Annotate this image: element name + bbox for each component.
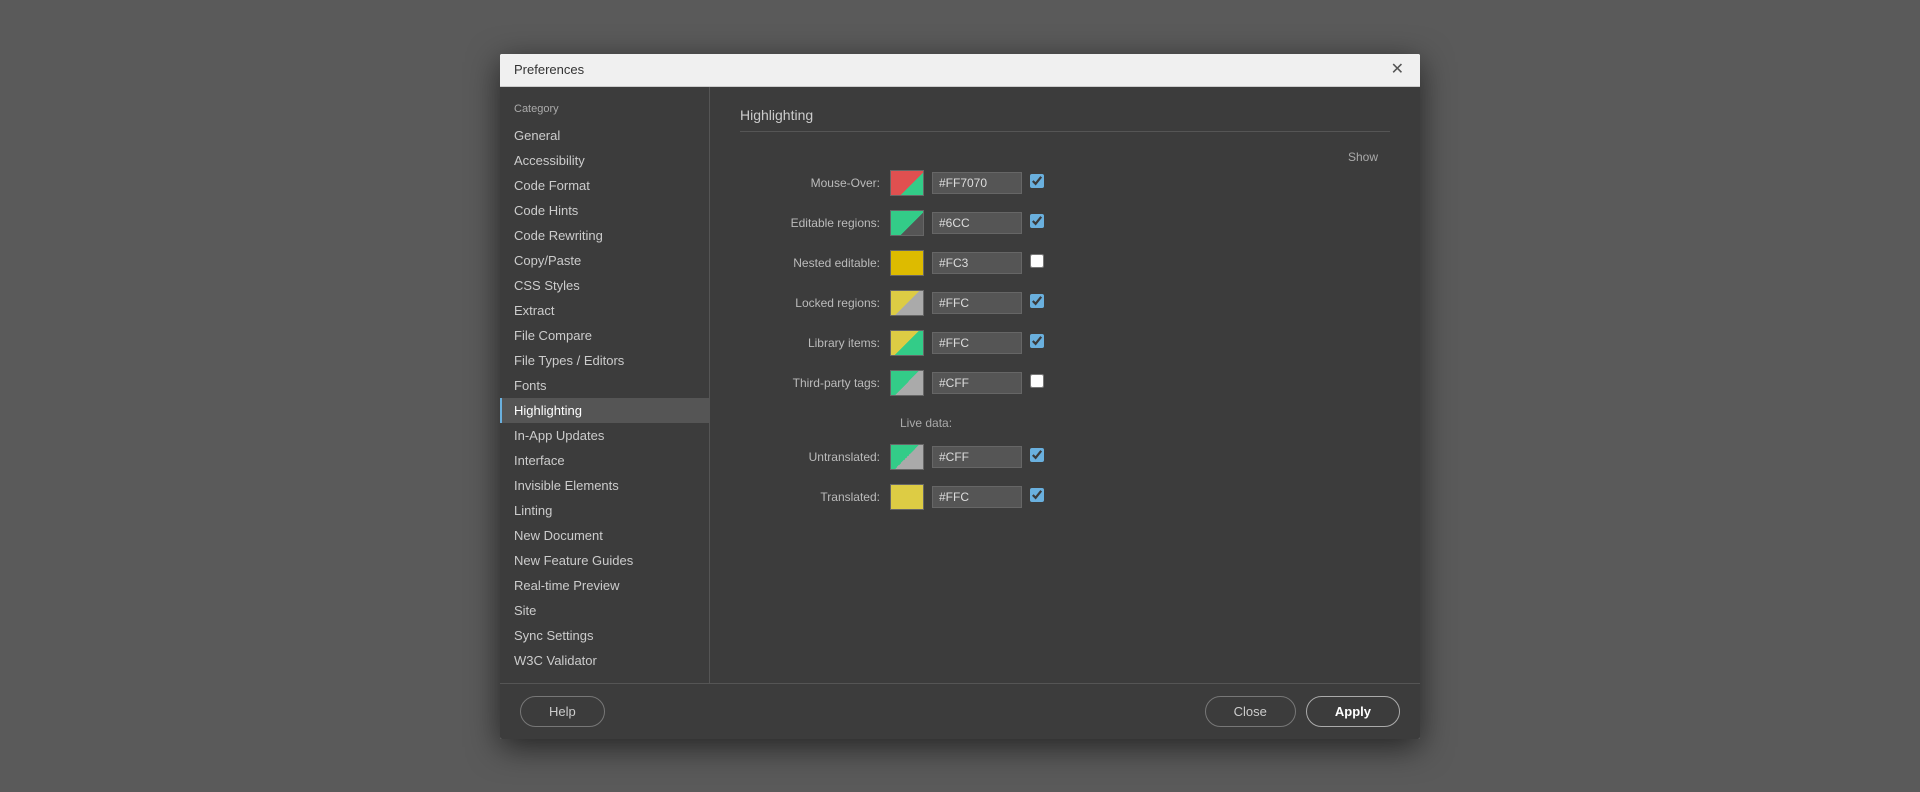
help-button[interactable]: Help xyxy=(520,696,605,727)
show-checkbox[interactable] xyxy=(1030,374,1044,388)
sidebar-item-general[interactable]: General xyxy=(500,123,709,148)
highlight-row: Third-party tags: xyxy=(740,370,1390,396)
highlight-row: Mouse-Over: xyxy=(740,170,1390,196)
sidebar-item-code-rewriting[interactable]: Code Rewriting xyxy=(500,223,709,248)
sidebar-item-accessibility[interactable]: Accessibility xyxy=(500,148,709,173)
color-input[interactable] xyxy=(932,332,1022,354)
highlight-row: Editable regions: xyxy=(740,210,1390,236)
highlight-label: Nested editable: xyxy=(740,256,890,270)
show-label: Show xyxy=(1348,150,1378,164)
highlight-row: Library items: xyxy=(740,330,1390,356)
show-checkbox-cell xyxy=(1030,374,1044,391)
color-input[interactable] xyxy=(932,372,1022,394)
color-swatch[interactable] xyxy=(890,370,924,396)
color-swatch[interactable] xyxy=(890,444,924,470)
highlight-row: Locked regions: xyxy=(740,290,1390,316)
sidebar-item-highlighting[interactable]: Highlighting xyxy=(500,398,709,423)
sidebar-item-real-time-preview[interactable]: Real-time Preview xyxy=(500,573,709,598)
sidebar-item-site[interactable]: Site xyxy=(500,598,709,623)
show-checkbox-cell xyxy=(1030,214,1044,231)
highlight-label: Locked regions: xyxy=(740,296,890,310)
highlight-label: Translated: xyxy=(740,490,890,504)
show-checkbox[interactable] xyxy=(1030,294,1044,308)
show-checkbox-cell xyxy=(1030,488,1044,505)
show-checkbox[interactable] xyxy=(1030,488,1044,502)
show-checkbox[interactable] xyxy=(1030,448,1044,462)
show-checkbox[interactable] xyxy=(1030,214,1044,228)
sidebar-item-in-app-updates[interactable]: In-App Updates xyxy=(500,423,709,448)
highlight-row: Nested editable: xyxy=(740,250,1390,276)
dialog-title: Preferences xyxy=(514,62,584,77)
sidebar: Category GeneralAccessibilityCode Format… xyxy=(500,87,710,683)
color-swatch[interactable] xyxy=(890,170,924,196)
sidebar-item-sync-settings[interactable]: Sync Settings xyxy=(500,623,709,648)
preferences-dialog: Preferences ✕ Category GeneralAccessibil… xyxy=(500,54,1420,739)
highlight-row: Untranslated: xyxy=(740,444,1390,470)
color-input[interactable] xyxy=(932,172,1022,194)
color-swatch[interactable] xyxy=(890,250,924,276)
close-button[interactable]: Close xyxy=(1205,696,1296,727)
sidebar-item-invisible-elements[interactable]: Invisible Elements xyxy=(500,473,709,498)
show-checkbox-cell xyxy=(1030,254,1044,271)
footer-left: Help xyxy=(520,696,605,727)
highlight-label: Library items: xyxy=(740,336,890,350)
sidebar-item-css-styles[interactable]: CSS Styles xyxy=(500,273,709,298)
sidebar-list: GeneralAccessibilityCode FormatCode Hint… xyxy=(500,123,709,673)
sidebar-item-file-compare[interactable]: File Compare xyxy=(500,323,709,348)
highlight-table: Mouse-Over: Editable regions: Nested edita… xyxy=(740,170,1390,396)
close-icon[interactable]: ✕ xyxy=(1389,62,1406,78)
show-checkbox[interactable] xyxy=(1030,334,1044,348)
color-swatch[interactable] xyxy=(890,484,924,510)
footer-right: Close Apply xyxy=(1205,696,1400,727)
sidebar-item-copy-paste[interactable]: Copy/Paste xyxy=(500,248,709,273)
sidebar-item-fonts[interactable]: Fonts xyxy=(500,373,709,398)
live-data-label: Live data: xyxy=(900,416,1390,430)
content-title: Highlighting xyxy=(740,107,1390,132)
highlight-label: Third-party tags: xyxy=(740,376,890,390)
title-bar: Preferences ✕ xyxy=(500,54,1420,87)
color-swatch[interactable] xyxy=(890,330,924,356)
show-checkbox[interactable] xyxy=(1030,254,1044,268)
sidebar-item-new-feature-guides[interactable]: New Feature Guides xyxy=(500,548,709,573)
sidebar-header: Category xyxy=(500,97,709,123)
sidebar-item-file-types---editors[interactable]: File Types / Editors xyxy=(500,348,709,373)
highlight-label: Mouse-Over: xyxy=(740,176,890,190)
color-input[interactable] xyxy=(932,252,1022,274)
sidebar-item-linting[interactable]: Linting xyxy=(500,498,709,523)
show-checkbox-cell xyxy=(1030,294,1044,311)
live-table: Untranslated: Translated: xyxy=(740,444,1390,510)
color-swatch[interactable] xyxy=(890,210,924,236)
highlight-label: Untranslated: xyxy=(740,450,890,464)
sidebar-item-interface[interactable]: Interface xyxy=(500,448,709,473)
content-area: Highlighting Show Mouse-Over: Editable re… xyxy=(710,87,1420,683)
show-checkbox-cell xyxy=(1030,334,1044,351)
color-input[interactable] xyxy=(932,486,1022,508)
sidebar-item-code-format[interactable]: Code Format xyxy=(500,173,709,198)
color-input[interactable] xyxy=(932,292,1022,314)
sidebar-item-new-document[interactable]: New Document xyxy=(500,523,709,548)
dialog-footer: Help Close Apply xyxy=(500,683,1420,739)
apply-button[interactable]: Apply xyxy=(1306,696,1400,727)
color-input[interactable] xyxy=(932,212,1022,234)
show-header-row: Show xyxy=(740,150,1390,164)
color-input[interactable] xyxy=(932,446,1022,468)
sidebar-item-w3c-validator[interactable]: W3C Validator xyxy=(500,648,709,673)
show-checkbox[interactable] xyxy=(1030,174,1044,188)
show-checkbox-cell xyxy=(1030,174,1044,191)
highlight-label: Editable regions: xyxy=(740,216,890,230)
dialog-body: Category GeneralAccessibilityCode Format… xyxy=(500,87,1420,683)
color-swatch[interactable] xyxy=(890,290,924,316)
highlight-row: Translated: xyxy=(740,484,1390,510)
sidebar-item-extract[interactable]: Extract xyxy=(500,298,709,323)
show-checkbox-cell xyxy=(1030,448,1044,465)
sidebar-item-code-hints[interactable]: Code Hints xyxy=(500,198,709,223)
